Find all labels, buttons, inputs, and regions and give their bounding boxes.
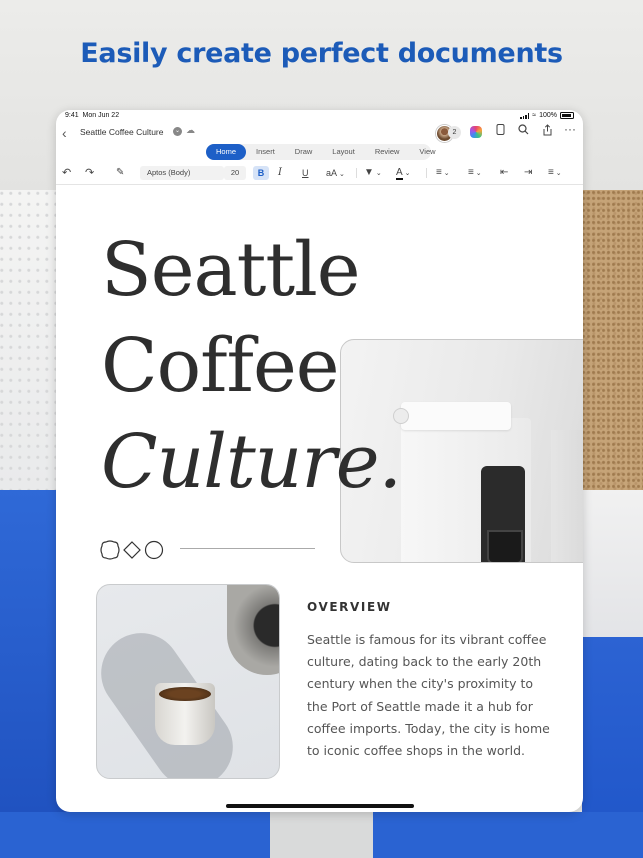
home-indicator[interactable] [226, 804, 414, 808]
decrease-indent-icon[interactable]: ⇤ [500, 166, 508, 180]
espresso-cup-photo[interactable] [96, 584, 280, 779]
chevron-down-icon: ⌄ [553, 170, 562, 177]
more-icon[interactable]: ··· [563, 122, 577, 136]
status-date: Mon Jun 22 [82, 112, 120, 119]
document-title-line-2[interactable]: Coffee [101, 329, 340, 403]
background-right [582, 490, 643, 858]
title-menu-chevron-icon[interactable]: ⌄ [173, 127, 182, 136]
tab-view[interactable]: View [409, 144, 445, 160]
chevron-down-icon: ⌄ [337, 171, 345, 178]
tab-layout[interactable]: Layout [322, 144, 365, 160]
italic-button[interactable]: I [278, 166, 282, 180]
font-size-picker[interactable]: 20 [224, 166, 246, 180]
cloud-sync-icon: ☁ [186, 125, 195, 135]
ribbon-separator [426, 168, 427, 178]
copilot-icon[interactable] [470, 126, 482, 138]
back-button[interactable]: ‹ [62, 125, 67, 141]
paragraph-align-icon[interactable]: ≡ ⌄ [548, 166, 562, 180]
chevron-down-icon: ⌄ [373, 170, 382, 177]
ribbon-separator [356, 168, 357, 178]
share-icon[interactable] [540, 124, 554, 139]
text-size-button[interactable]: aA ⌄ [326, 166, 345, 180]
phone-view-icon[interactable] [493, 124, 507, 138]
decorative-divider [180, 548, 315, 549]
machine-cup [487, 530, 523, 562]
numbered-list-icon[interactable]: ≡ ⌄ [468, 166, 482, 180]
document-title[interactable]: Seattle Coffee Culture [80, 127, 163, 137]
chevron-down-icon: ⌄ [441, 170, 450, 177]
background-cork [582, 190, 643, 490]
status-time: 9:41 Mon Jun 22 [65, 112, 119, 119]
document-title-line-3[interactable]: Culture. [101, 425, 402, 499]
wifi-icon: ≈ [532, 112, 537, 119]
tab-review[interactable]: Review [365, 144, 410, 160]
font-name-picker[interactable]: Aptos (Body) [140, 166, 224, 180]
status-bar: 9:41 Mon Jun 22 ≈ 100% [56, 110, 583, 122]
chevron-down-icon: ⌄ [473, 170, 482, 177]
document-canvas[interactable]: Seattle Coffee Culture. OVERVIEW Seattle [56, 185, 583, 812]
title-bar: ‹ Seattle Coffee Culture ⌄ ☁ 2 ··· [56, 122, 583, 144]
tab-draw[interactable]: Draw [285, 144, 323, 160]
battery-percent: 100% [539, 112, 557, 119]
overview-heading[interactable]: OVERVIEW [307, 600, 392, 614]
tablet-screen: 9:41 Mon Jun 22 ≈ 100% ‹ Seattle Coffee … [56, 110, 583, 812]
text-size-label: aA [326, 168, 338, 178]
status-clock: 9:41 [65, 112, 79, 119]
signal-icon [520, 112, 530, 119]
tab-insert[interactable]: Insert [246, 144, 285, 160]
battery-icon [560, 112, 574, 119]
status-indicators: ≈ 100% [520, 112, 574, 119]
tab-home[interactable]: Home [206, 144, 247, 160]
ribbon-tabs: Home Insert Draw Layout Review View [206, 144, 446, 160]
chevron-left-icon: ‹ [62, 125, 67, 141]
machine-top [401, 402, 511, 430]
increase-indent-icon[interactable]: ⇥ [524, 166, 532, 180]
bullet-list-icon[interactable]: ≡ ⌄ [436, 166, 450, 180]
milk-pitcher [227, 585, 279, 675]
collaborator-count[interactable]: 2 [448, 126, 461, 139]
overview-paragraph[interactable]: Seattle is famous for its vibrant coffee… [307, 629, 552, 762]
shape-icons [100, 540, 164, 560]
home-ribbon: ↶ ↷ ✎ Aptos (Body) 20 B I U aA ⌄ ▼ ⌄ A ⌄… [56, 162, 583, 185]
machine-side-panel [551, 430, 583, 562]
undo-icon[interactable]: ↶ [62, 166, 71, 180]
redo-icon[interactable]: ↷ [85, 166, 94, 180]
search-icon[interactable] [516, 124, 530, 138]
decorative-shapes [100, 540, 178, 560]
underline-button[interactable]: U [302, 166, 309, 180]
font-color-icon[interactable]: A ⌄ [396, 166, 410, 180]
highlighter-icon[interactable]: ▼ ⌄ [364, 166, 382, 180]
format-painter-icon[interactable]: ✎ [116, 166, 124, 180]
promo-headline: Easily create perfect documents [80, 38, 563, 69]
background-bottom [0, 812, 643, 858]
chevron-down-icon: ⌄ [402, 170, 411, 177]
bold-button[interactable]: B [253, 166, 269, 180]
espresso-cup [155, 683, 215, 745]
document-title-line-1[interactable]: Seattle [101, 233, 361, 307]
